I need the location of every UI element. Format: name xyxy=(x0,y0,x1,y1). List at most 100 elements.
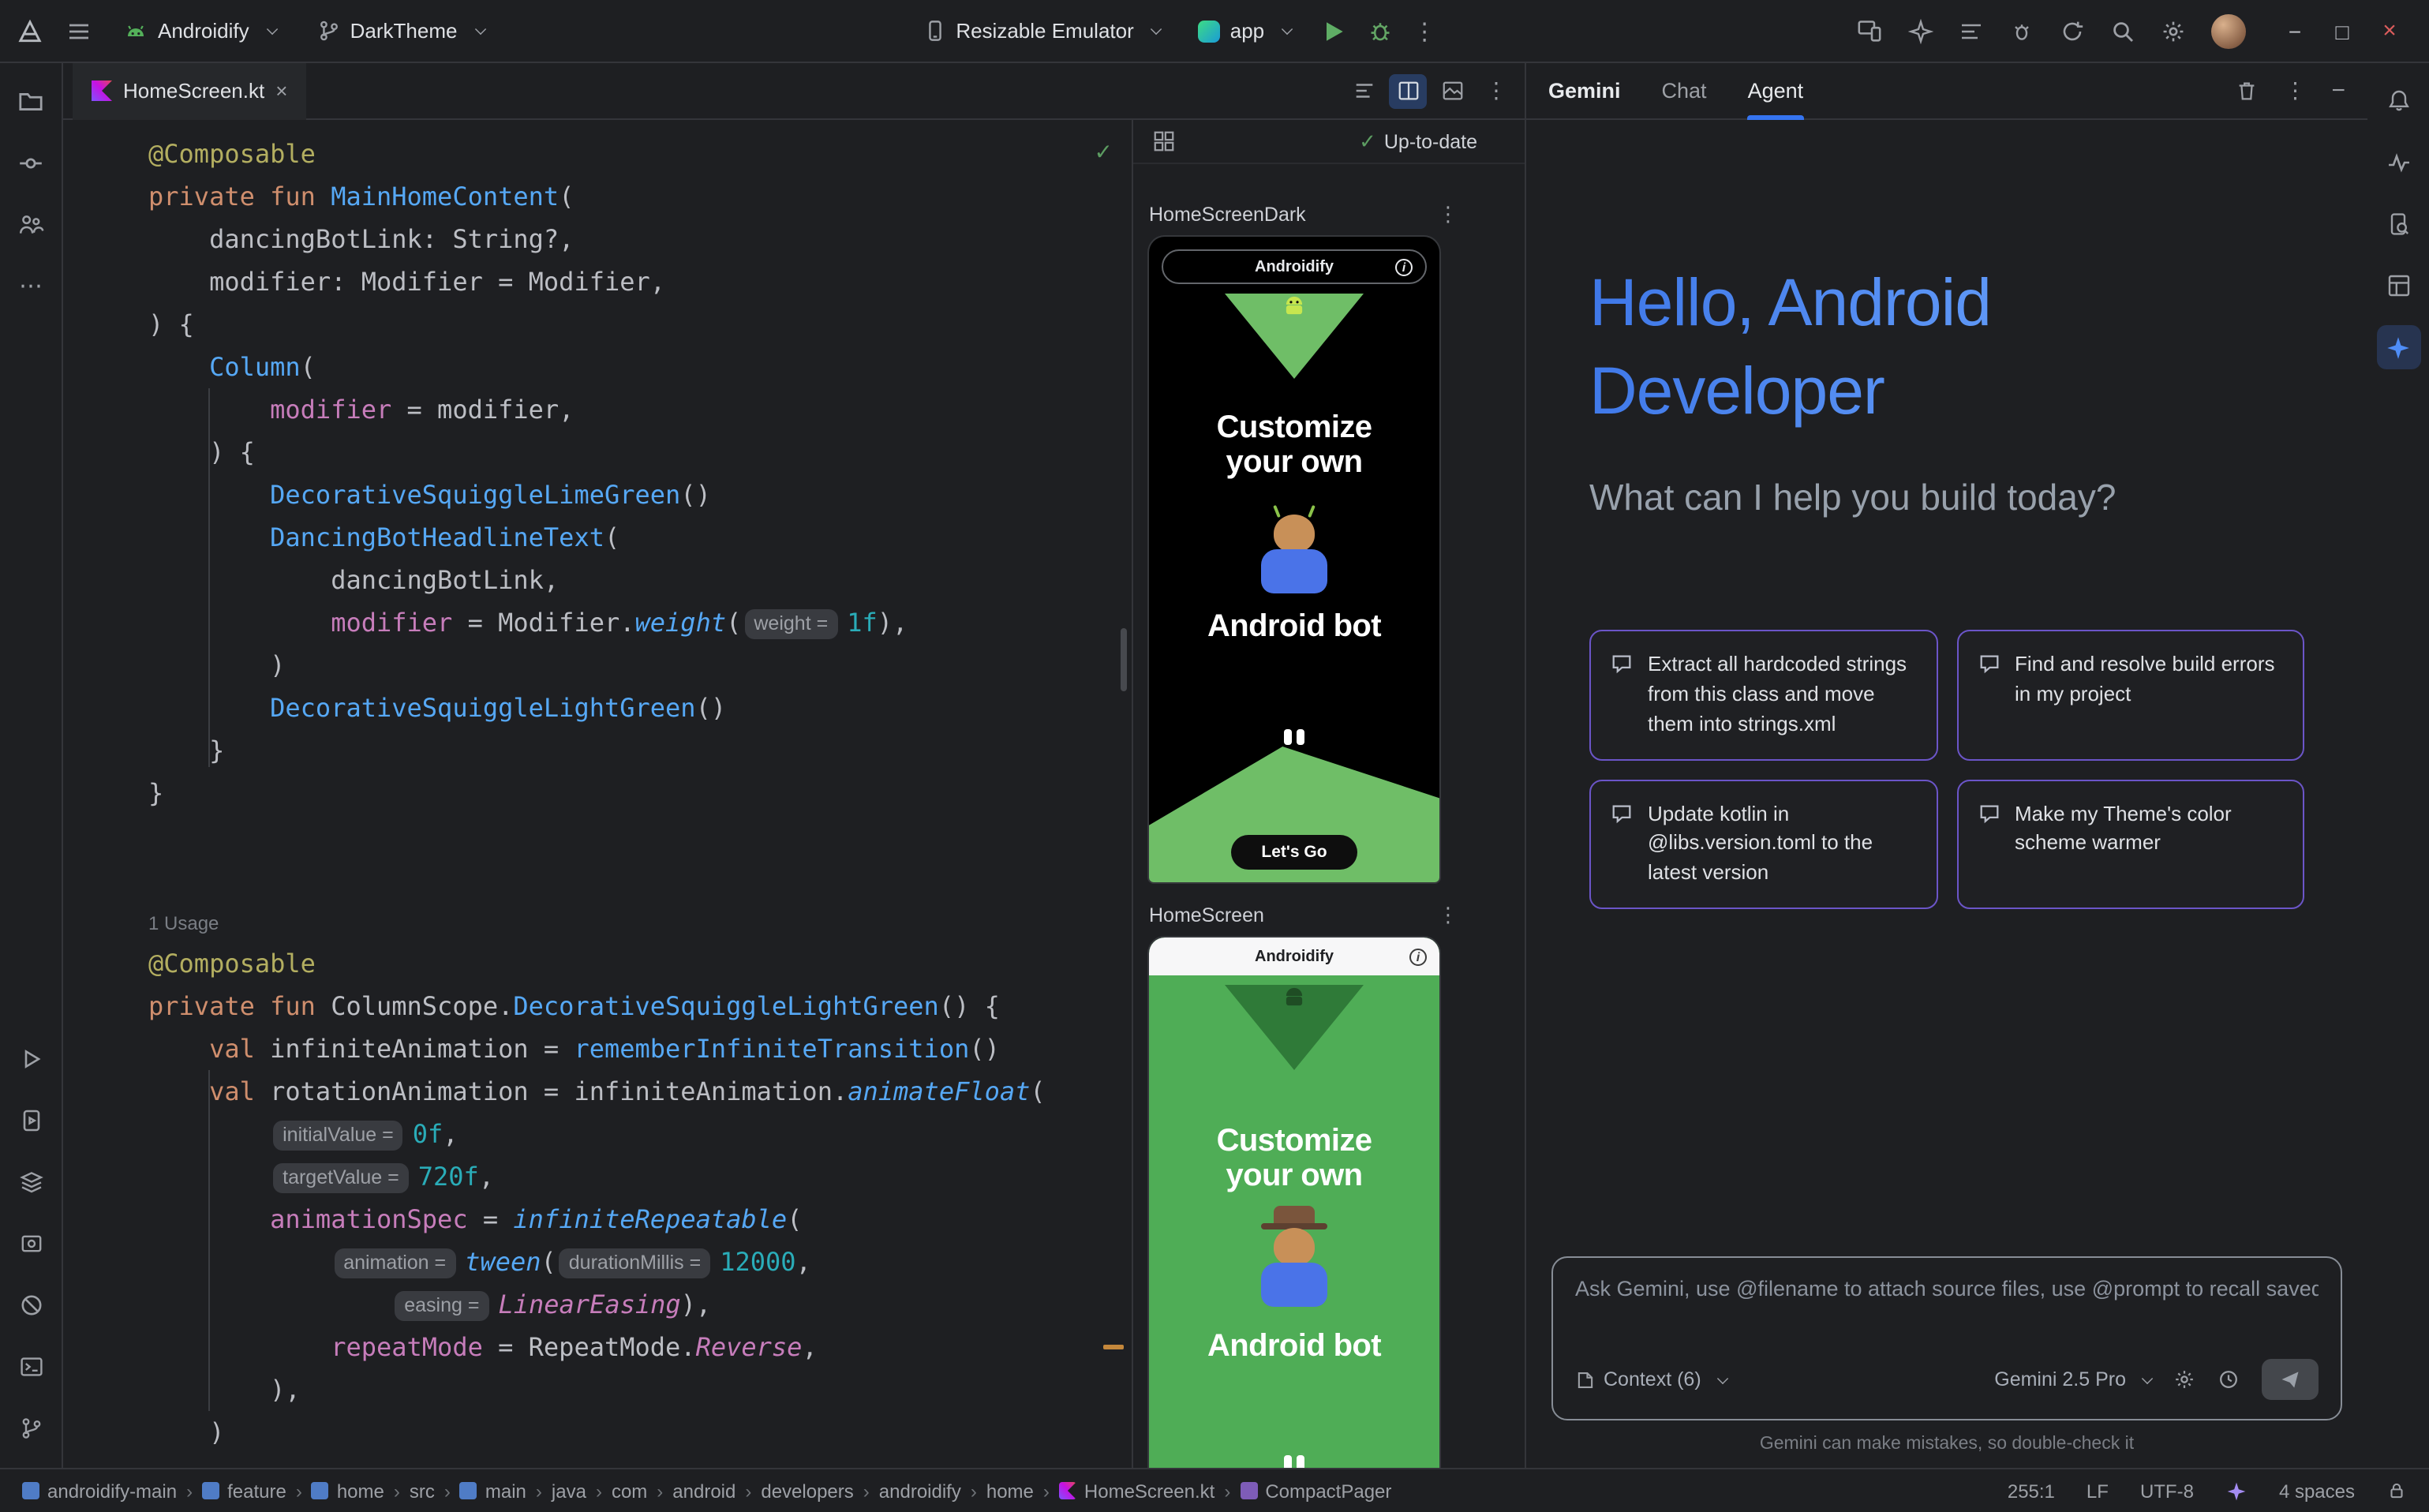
gemini-input-placeholder[interactable]: Ask Gemini, use @filename to attach sour… xyxy=(1575,1277,2319,1301)
ai-spark-icon[interactable] xyxy=(2225,1480,2247,1502)
code-line[interactable]: ) { xyxy=(148,431,1046,473)
gemini-suggestion-card[interactable]: Find and resolve build errors in my proj… xyxy=(1956,630,2304,760)
window-minimize-button[interactable]: − xyxy=(2271,18,2319,43)
code-line[interactable]: animation =tween(durationMillis =12000, xyxy=(148,1241,1046,1283)
breadcrumb-item[interactable]: feature xyxy=(202,1480,286,1502)
run-configuration-selector[interactable]: app xyxy=(1189,14,1301,47)
code-line[interactable]: ) xyxy=(148,1411,1046,1454)
run-button[interactable] xyxy=(1319,17,1348,45)
vcs-branch-selector[interactable]: DarkTheme xyxy=(308,14,494,47)
hide-panel-icon[interactable]: − xyxy=(2331,77,2345,104)
project-tool-icon[interactable] xyxy=(9,79,53,123)
code-line[interactable] xyxy=(148,814,1046,857)
profiler-tool-icon[interactable] xyxy=(2376,140,2420,185)
ai-actions-icon[interactable] xyxy=(1908,18,1933,43)
device-streaming-icon[interactable] xyxy=(1856,17,1883,44)
gemini-settings-icon[interactable] xyxy=(2173,1368,2195,1390)
gemini-tool-icon[interactable] xyxy=(2376,325,2420,369)
code-line[interactable]: modifier: Modifier = Modifier, xyxy=(148,260,1046,303)
design-view-button[interactable] xyxy=(1433,73,1471,108)
code-line[interactable]: private fun MainHomeContent( xyxy=(148,175,1046,218)
build-queue-icon[interactable] xyxy=(1959,18,1984,43)
breadcrumb-item[interactable]: main xyxy=(460,1480,526,1502)
code-line[interactable]: DecorativeSquiggleLightGreen() xyxy=(148,687,1046,729)
terminal-tool-icon[interactable] xyxy=(9,1345,53,1389)
code-line[interactable]: } xyxy=(148,772,1046,814)
code-line[interactable]: DancingBotHeadlineText( xyxy=(148,516,1046,559)
breadcrumb-item[interactable]: androidify-main xyxy=(22,1480,177,1502)
sync-project-icon[interactable] xyxy=(2060,18,2085,43)
breadcrumb-item[interactable]: home xyxy=(986,1480,1034,1502)
more-tool-windows-icon[interactable]: ⋯ xyxy=(9,264,53,308)
notifications-bell-icon[interactable] xyxy=(2376,79,2420,123)
line-separator[interactable]: LF xyxy=(2087,1480,2109,1502)
caret-position[interactable]: 255:1 xyxy=(2008,1480,2055,1502)
tab-agent[interactable]: Agent xyxy=(1748,62,1804,119)
code-line[interactable]: @Composable xyxy=(148,133,1046,175)
editor-scrollbar-thumb[interactable] xyxy=(1121,628,1127,691)
breadcrumb-item[interactable]: androidify xyxy=(879,1480,961,1502)
code-line[interactable]: val rotationAnimation = infiniteAnimatio… xyxy=(148,1070,1046,1113)
breadcrumb-item[interactable]: CompactPager xyxy=(1240,1480,1391,1502)
running-devices-tool-icon[interactable] xyxy=(9,1098,53,1143)
preview-card-homescreen[interactable]: Androidify Customize your own Android bo… xyxy=(1149,938,1439,1468)
code-line[interactable]: dancingBotLink, xyxy=(148,559,1046,601)
code-line[interactable]: val infiniteAnimation = rememberInfinite… xyxy=(148,1027,1046,1070)
editor-options-kebab[interactable]: ⋮ xyxy=(1477,73,1515,108)
device-selector[interactable]: Resizable Emulator xyxy=(913,14,1170,47)
search-icon[interactable] xyxy=(2110,18,2135,43)
code-line[interactable]: easing =LinearEasing), xyxy=(148,1283,1046,1326)
preview-card-homescreendark[interactable]: Androidify Customize your own Android bo… xyxy=(1149,237,1439,882)
code-line[interactable]: } xyxy=(148,729,1046,772)
code-line[interactable]: ) { xyxy=(148,303,1046,346)
project-selector[interactable]: Androidify xyxy=(114,13,286,48)
breadcrumb-item[interactable]: android xyxy=(672,1480,735,1502)
tab-chat[interactable]: Chat xyxy=(1662,62,1707,119)
run-overflow-menu[interactable]: ⋮ xyxy=(1413,17,1436,45)
preview-gallery-icon[interactable] xyxy=(1152,129,1176,153)
code-line[interactable]: repeatMode = RepeatMode.Reverse, xyxy=(148,1326,1046,1368)
breadcrumb-item[interactable]: src xyxy=(410,1480,435,1502)
code-line[interactable]: dancingBotLink: String?, xyxy=(148,218,1046,260)
code-line[interactable]: targetValue =720f, xyxy=(148,1155,1046,1198)
breadcrumb-item[interactable]: HomeScreen.kt xyxy=(1059,1480,1214,1502)
lock-icon[interactable] xyxy=(2386,1480,2407,1501)
app-inspection-tool-icon[interactable] xyxy=(9,1222,53,1266)
gemini-input-box[interactable]: Ask Gemini, use @filename to attach sour… xyxy=(1551,1256,2342,1420)
main-menu-button[interactable] xyxy=(66,18,92,43)
preview-options-kebab[interactable]: ⋮ xyxy=(1438,202,1458,227)
debug-button[interactable] xyxy=(1367,17,1394,44)
window-close-button[interactable]: × xyxy=(2366,17,2413,44)
code-line[interactable]: 1 Usage xyxy=(148,900,1046,942)
code-line[interactable]: animationSpec = infiniteRepeatable( xyxy=(148,1198,1046,1241)
code-line[interactable]: ) xyxy=(148,644,1046,687)
code-line[interactable]: ), xyxy=(148,1368,1046,1411)
file-encoding[interactable]: UTF-8 xyxy=(2140,1480,2194,1502)
version-control-tool-icon[interactable] xyxy=(9,1406,53,1450)
tab-homescreen-kt[interactable]: HomeScreen.kt × xyxy=(73,62,306,119)
code-line[interactable]: modifier = modifier, xyxy=(148,388,1046,431)
settings-gear-icon[interactable] xyxy=(2161,18,2186,43)
code-view-button[interactable] xyxy=(1345,73,1383,108)
context-selector[interactable]: Context (6) xyxy=(1575,1368,1727,1390)
clear-chat-trash-icon[interactable] xyxy=(2235,79,2259,103)
app-insights-icon[interactable] xyxy=(2009,18,2034,43)
code-line[interactable]: DecorativeSquiggleLimeGreen() xyxy=(148,473,1046,516)
layout-inspector-tool-icon[interactable] xyxy=(2376,264,2420,308)
gemini-options-kebab[interactable]: ⋮ xyxy=(2284,77,2306,104)
code-lines[interactable]: @Composableprivate fun MainHomeContent( … xyxy=(63,133,1046,1454)
code-line[interactable]: modifier = Modifier.weight(weight =1f), xyxy=(148,601,1046,644)
build-variants-tool-icon[interactable] xyxy=(9,1160,53,1204)
preview-options-kebab[interactable]: ⋮ xyxy=(1438,903,1458,928)
gemini-suggestion-card[interactable]: Make my Theme's color scheme warmer xyxy=(1956,779,2304,909)
model-selector[interactable]: Gemini 2.5 Pro xyxy=(1994,1368,2151,1390)
tab-close-icon[interactable]: × xyxy=(275,80,287,101)
breadcrumb-item[interactable]: home xyxy=(312,1480,384,1502)
code-line[interactable]: @Composable xyxy=(148,942,1046,985)
code-line[interactable]: Column( xyxy=(148,346,1046,388)
problems-tool-icon[interactable] xyxy=(9,1283,53,1327)
breadcrumb-item[interactable]: java xyxy=(552,1480,586,1502)
user-avatar[interactable] xyxy=(2211,13,2246,48)
code-editor[interactable]: @Composableprivate fun MainHomeContent( … xyxy=(63,120,1132,1468)
inspections-ok-icon[interactable]: ✓ xyxy=(1095,139,1113,166)
